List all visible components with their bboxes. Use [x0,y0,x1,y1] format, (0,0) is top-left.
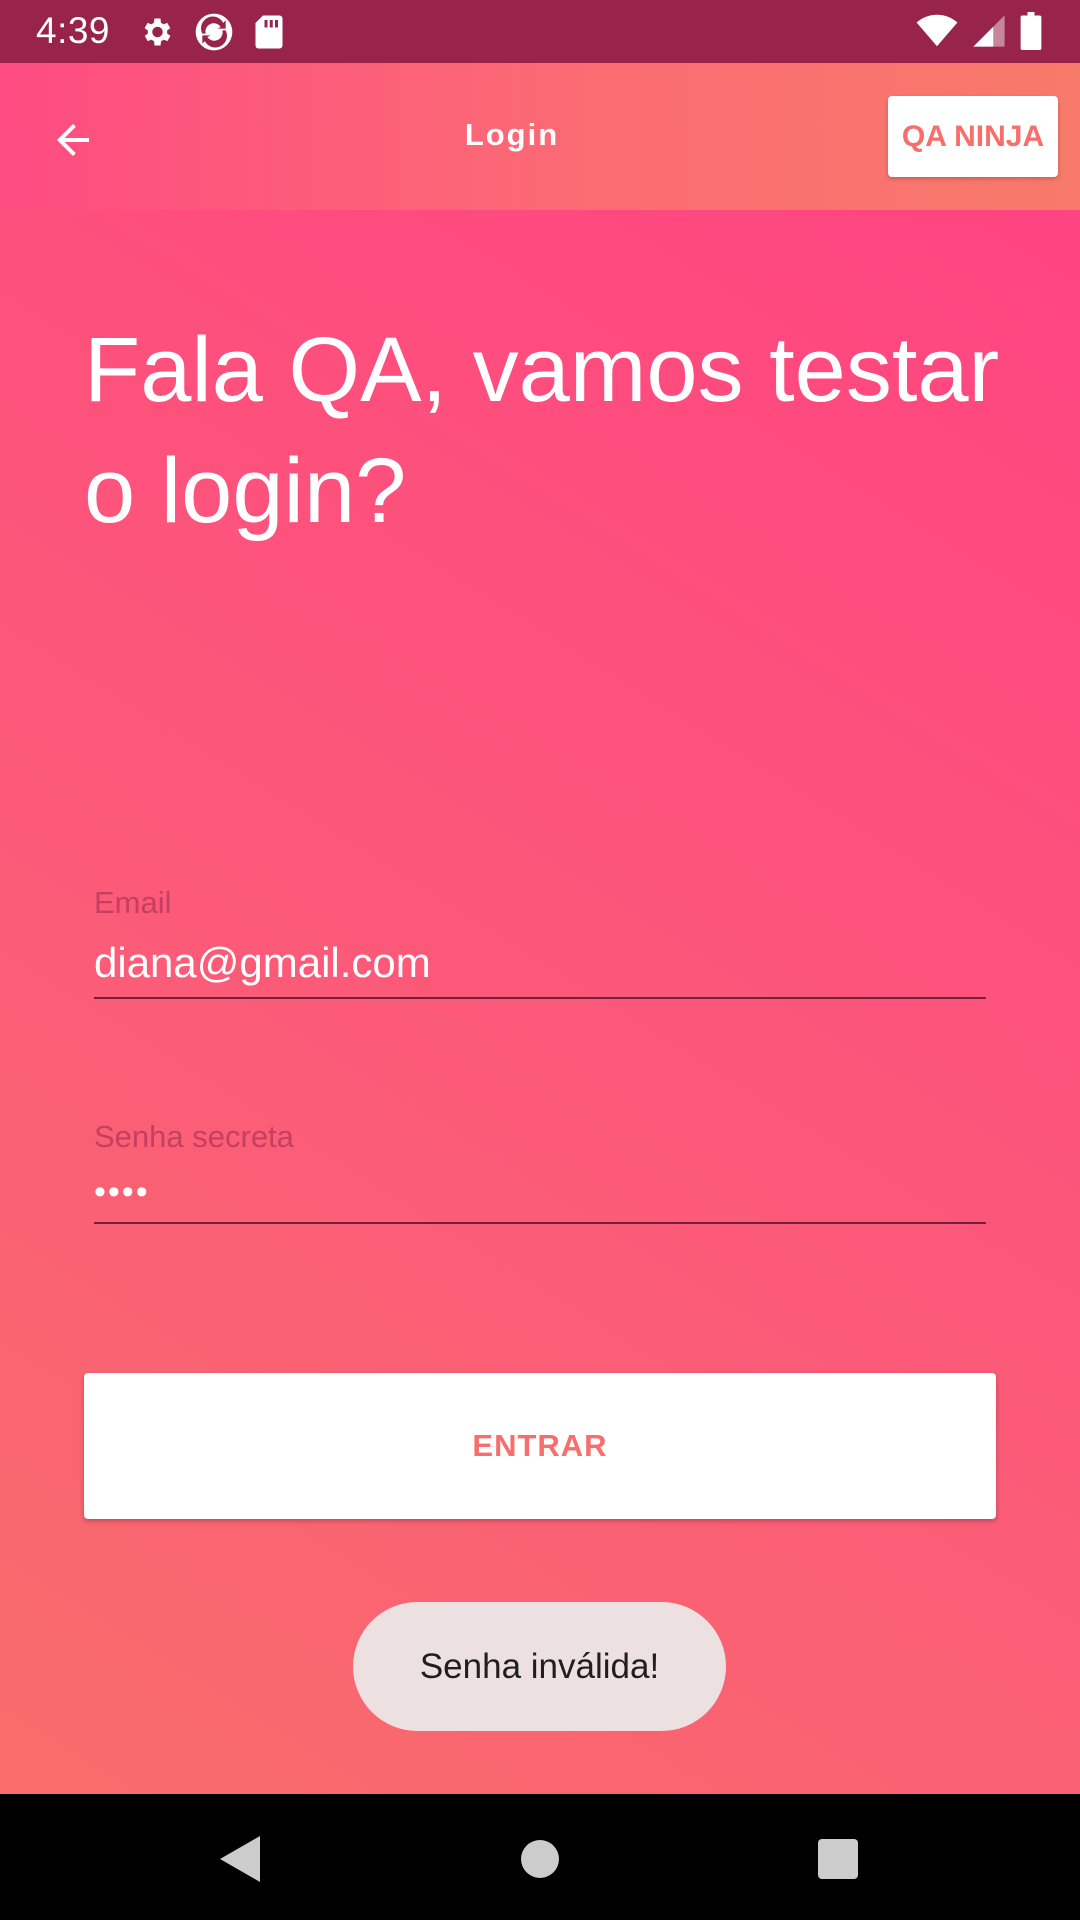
nav-recents-button[interactable] [803,1824,873,1894]
status-icons-right [916,12,1042,50]
password-field[interactable]: •••• [94,1173,986,1224]
toast-message: Senha inválida! [353,1602,726,1731]
status-bar: 4:39 [0,0,1080,63]
app-bar: Login QA NINJA [0,63,1080,210]
page-title: Login [464,117,560,152]
settings-icon [144,18,171,46]
sd-card-icon [255,15,283,49]
qa-ninja-button[interactable]: QA NINJA [888,96,1058,177]
recents-square-icon [818,1839,858,1879]
nav-back-button[interactable] [204,1824,274,1894]
password-field-group: Senha secreta •••• [94,1119,986,1224]
login-content: Fala QA, vamos testar o login? Email Sen… [0,210,1080,1794]
battery-icon [1020,12,1042,50]
password-label: Senha secreta [94,1119,294,1154]
headline: Fala QA, vamos testar o login? [84,319,1000,542]
back-triangle-icon [220,1836,260,1882]
email-label: Email [94,885,172,920]
status-icons-left [138,12,284,52]
sync-app-icon [195,13,233,51]
home-circle-icon [521,1840,559,1878]
navigation-bar [0,1794,1080,1920]
email-field[interactable] [94,939,986,999]
enter-button[interactable]: ENTRAR [84,1373,996,1519]
wifi-icon [916,14,958,47]
cell-signal-icon [973,15,1005,47]
email-field-group: Email [94,885,986,999]
nav-home-button[interactable] [505,1824,575,1894]
status-time: 4:39 [36,10,111,51]
